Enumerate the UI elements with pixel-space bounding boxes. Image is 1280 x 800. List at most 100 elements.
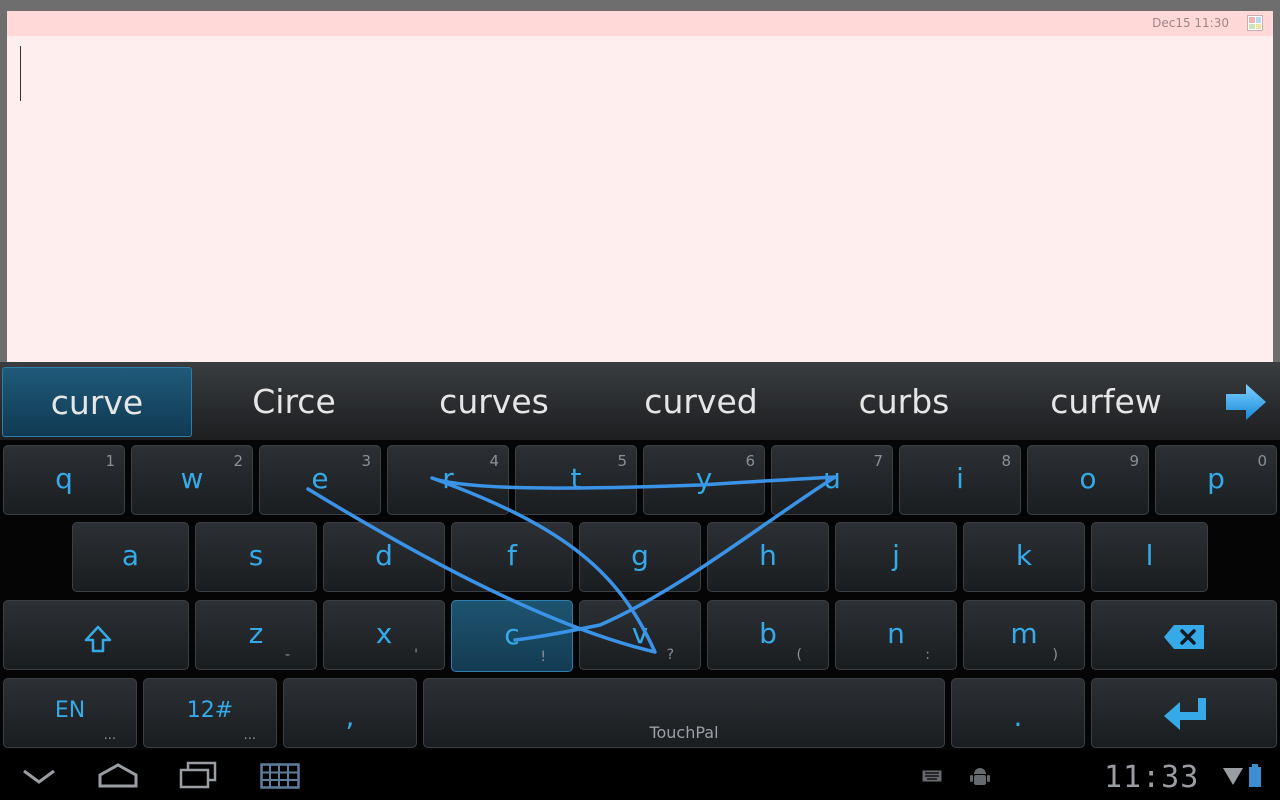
- android-debug-icon: [970, 768, 990, 785]
- period-key[interactable]: .: [951, 678, 1085, 748]
- shift-key[interactable]: [3, 600, 189, 670]
- key-sub-label: ': [414, 647, 418, 663]
- key-d[interactable]: d: [323, 522, 445, 592]
- candidate-item[interactable]: Circe: [196, 367, 392, 437]
- key-e[interactable]: 3e: [259, 445, 381, 515]
- key-label: o: [1079, 461, 1097, 495]
- key-label: p: [1207, 461, 1225, 495]
- key-s[interactable]: s: [195, 522, 317, 592]
- key-i[interactable]: 8i: [899, 445, 1021, 515]
- key-label: w: [180, 461, 204, 495]
- key-t[interactable]: 5t: [515, 445, 637, 515]
- space-label: TouchPal: [649, 723, 719, 742]
- key-label: q: [55, 461, 73, 495]
- key-label: t: [570, 461, 582, 495]
- keyboard-status-icon: [922, 770, 942, 782]
- touchpal-keyboard: 1q 2w 3e 4r 5t 6y 7u 8i 9o 0p a s d f g …: [0, 440, 1280, 750]
- key-g[interactable]: g: [579, 522, 701, 592]
- key-o[interactable]: 9o: [1027, 445, 1149, 515]
- key-r[interactable]: 4r: [387, 445, 509, 515]
- recent-apps-icon[interactable]: [178, 761, 218, 789]
- key-q[interactable]: 1q: [3, 445, 125, 515]
- note-text-area[interactable]: [7, 36, 1273, 362]
- battery-icon: [1249, 764, 1261, 787]
- key-w[interactable]: 2w: [131, 445, 253, 515]
- status-clock: 11:33: [1104, 760, 1200, 795]
- enter-arrow-icon: [1164, 698, 1206, 730]
- key-h[interactable]: h: [707, 522, 829, 592]
- key-label: x: [375, 616, 393, 650]
- key-label: d: [375, 538, 393, 572]
- key-j[interactable]: j: [835, 522, 957, 592]
- back-icon[interactable]: [22, 768, 56, 786]
- key-y[interactable]: 6y: [643, 445, 765, 515]
- key-sub-label: !: [540, 649, 546, 665]
- language-key[interactable]: EN...: [3, 678, 137, 748]
- key-label: a: [121, 538, 140, 572]
- key-sub-label: :: [925, 647, 930, 663]
- backspace-icon: [1164, 625, 1204, 649]
- key-f[interactable]: f: [451, 522, 573, 592]
- key-sub-label: ?: [666, 647, 674, 663]
- key-p[interactable]: 0p: [1155, 445, 1277, 515]
- key-label: EN: [54, 698, 86, 723]
- key-k[interactable]: k: [963, 522, 1085, 592]
- shift-arrow-icon: [84, 625, 112, 653]
- home-icon[interactable]: [97, 762, 139, 788]
- enter-key[interactable]: [1091, 678, 1277, 748]
- candidate-item[interactable]: curfew: [1006, 367, 1206, 437]
- key-label: e: [311, 461, 329, 495]
- space-key[interactable]: TouchPal: [423, 678, 945, 748]
- key-label: u: [823, 461, 841, 495]
- system-bar: [0, 750, 1280, 800]
- key-label: m: [1010, 616, 1038, 650]
- key-label: s: [248, 538, 264, 572]
- key-label: k: [1015, 538, 1033, 572]
- key-sub-label: ): [1052, 647, 1058, 663]
- key-a[interactable]: a: [72, 522, 189, 592]
- key-label: z: [248, 616, 264, 650]
- key-label: c: [504, 617, 520, 651]
- key-sub-label: (: [796, 647, 802, 663]
- key-label: h: [759, 538, 777, 572]
- candidate-item[interactable]: curved: [601, 367, 801, 437]
- key-b[interactable]: b(: [707, 600, 829, 670]
- key-label: ,: [345, 700, 355, 734]
- key-label: 12#: [186, 698, 234, 723]
- candidate-bar: curve Circe curves curved curbs curfew: [0, 362, 1280, 440]
- key-u[interactable]: 7u: [771, 445, 893, 515]
- candidate-item[interactable]: curbs: [804, 367, 1004, 437]
- key-label: b: [759, 616, 777, 650]
- key-x[interactable]: x ': [323, 600, 445, 670]
- note-editor: Dec15 11:30: [7, 11, 1273, 362]
- wifi-icon: [1223, 768, 1243, 785]
- backspace-key[interactable]: [1091, 600, 1277, 670]
- key-l[interactable]: l: [1091, 522, 1208, 592]
- key-label: j: [892, 538, 900, 572]
- text-cursor: [20, 46, 21, 101]
- key-label: i: [956, 461, 964, 495]
- key-label: r: [442, 461, 454, 495]
- note-date: Dec15 11:30: [1152, 16, 1229, 30]
- key-label: l: [1145, 538, 1154, 572]
- key-v[interactable]: v?: [579, 600, 701, 670]
- symbols-key[interactable]: 12#...: [143, 678, 277, 748]
- key-label: f: [507, 538, 517, 572]
- candidate-item[interactable]: curve: [2, 367, 192, 437]
- key-m[interactable]: m): [963, 600, 1085, 670]
- key-n[interactable]: n:: [835, 600, 957, 670]
- key-label: .: [1013, 700, 1023, 734]
- comma-key[interactable]: ,: [283, 678, 417, 748]
- key-dots: ...: [243, 728, 256, 743]
- candidate-item[interactable]: curves: [396, 367, 592, 437]
- color-grid-icon[interactable]: [1247, 15, 1263, 31]
- key-label: g: [631, 538, 649, 572]
- keyboard-icon[interactable]: [260, 763, 300, 789]
- key-z[interactable]: z-: [195, 600, 317, 670]
- arrow-right-icon[interactable]: [1224, 382, 1268, 422]
- key-label: n: [887, 616, 905, 650]
- key-label: y: [695, 461, 713, 495]
- key-dots: ...: [103, 728, 116, 743]
- note-header: Dec15 11:30: [7, 11, 1273, 36]
- key-c[interactable]: c!: [451, 600, 573, 672]
